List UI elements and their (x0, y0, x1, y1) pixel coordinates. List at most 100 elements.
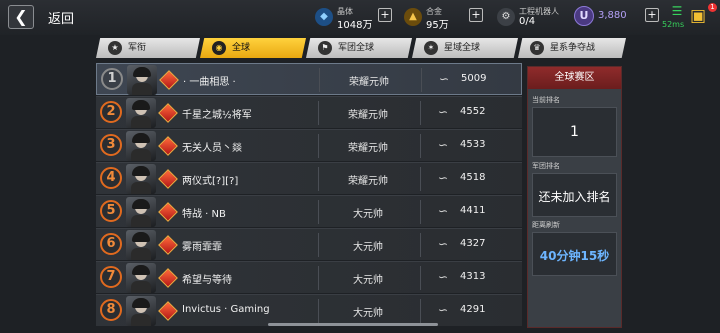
player-name: 两仪式[?][?] (182, 176, 239, 187)
robot-icon: ⚙ (497, 8, 515, 26)
player-name: Invictus · Gaming (182, 304, 270, 315)
player-score: 4518 (460, 172, 486, 183)
tab-global[interactable]: ◉ 全球 (200, 38, 306, 58)
player-score: 4291 (460, 304, 486, 315)
tab-global-label: 全球 (232, 43, 251, 53)
robot-value: 0/4 (519, 16, 536, 27)
ranking-row[interactable]: 2 千星之城½将军 荣耀元帅 ∽ 4552 (96, 96, 522, 128)
back-label[interactable]: 返回 (48, 8, 74, 27)
current-rank-box: 1 (532, 107, 617, 157)
premium-currency-icon: U (574, 6, 594, 26)
player-score: 4533 (460, 139, 486, 150)
avatar[interactable] (127, 65, 157, 95)
player-title: 荣耀元帅 (348, 176, 388, 187)
rank-badge: 4 (100, 167, 122, 189)
wifi-icon: ☰ (671, 4, 683, 18)
legion-rank-status: 还未加入排名 (538, 190, 611, 204)
rank-badge: 5 (100, 200, 122, 222)
chevron-left-icon[interactable]: ❮ (14, 7, 27, 26)
guild-emblem-icon (158, 169, 178, 189)
ranking-row[interactable]: 3 无关人员丶燚 荣耀元帅 ∽ 4533 (96, 129, 522, 161)
divider (420, 167, 421, 191)
player-title: 大元帅 (353, 242, 383, 253)
tab-star-domain-label: 星域全球 (444, 43, 481, 53)
zone-info-panel: 全球赛区 当前排名 1 军团排名 还未加入排名 距离刷新 40分钟15秒 (527, 66, 622, 328)
player-title: 荣耀元帅 (349, 77, 389, 88)
divider (420, 200, 421, 224)
add-premium-button[interactable]: + (645, 8, 659, 22)
avatar[interactable] (126, 197, 156, 227)
player-title: 荣耀元帅 (348, 143, 388, 154)
legion-rank-box: 还未加入排名 (532, 173, 617, 217)
panel-title: 全球赛区 (528, 67, 621, 89)
player-score: 4411 (460, 205, 486, 216)
back-button[interactable]: ❮ (8, 5, 34, 29)
cart-badge: 1 (708, 3, 717, 12)
wing-icon: ∽ (437, 171, 449, 185)
divider (420, 233, 421, 257)
alloy-icon: ▲ (404, 8, 422, 26)
wing-icon: ∽ (437, 204, 449, 218)
legion-rank-label: 军团排名 (532, 162, 560, 170)
ranking-row[interactable]: 1 · 一曲相思 · 荣耀元帅 ∽ 5009 (96, 63, 522, 95)
avatar[interactable] (126, 98, 156, 128)
divider (420, 134, 421, 158)
wing-icon: ∽ (437, 105, 449, 119)
wing-icon: ∽ (437, 237, 449, 251)
player-name: 千星之城½将军 (182, 110, 252, 121)
tab-legion-global[interactable]: ⚑ 军团全球 (306, 38, 412, 58)
guild-emblem-icon (158, 301, 178, 321)
player-name: 雾雨霏霏 (182, 242, 222, 253)
player-title: 大元帅 (353, 275, 383, 286)
ranking-row[interactable]: 4 两仪式[?][?] 荣耀元帅 ∽ 4518 (96, 162, 522, 194)
player-name: · 一曲相思 · (183, 77, 236, 88)
premium-currency-value: 3,880 (598, 10, 627, 21)
avatar[interactable] (126, 263, 156, 293)
guild-emblem-icon (158, 202, 178, 222)
divider (421, 68, 422, 92)
guild-emblem-icon (159, 70, 179, 90)
player-name: 特战 · NB (182, 209, 226, 220)
current-rank-label: 当前排名 (532, 96, 560, 104)
crystal-value: 1048万 (337, 20, 373, 31)
tab-star-domain[interactable]: ✶ 星域全球 (412, 38, 518, 58)
player-name: 希望与等待 (182, 275, 232, 286)
add-crystal-button[interactable]: + (378, 8, 392, 22)
player-score: 5009 (461, 73, 487, 84)
wing-icon: ∽ (437, 303, 449, 317)
ranking-row[interactable]: 7 希望与等待 大元帅 ∽ 4313 (96, 261, 522, 293)
tab-galaxy-battle[interactable]: ♛ 星系争夺战 (518, 38, 626, 58)
ping-value: 52ms (662, 20, 685, 29)
player-title: 大元帅 (353, 308, 383, 319)
ranking-row[interactable]: 8 Invictus · Gaming 大元帅 ∽ 4291 (96, 294, 522, 326)
rank-icon: ★ (108, 41, 122, 55)
rank-badge: 8 (100, 299, 122, 321)
trophy-icon: ♛ (530, 41, 544, 55)
wing-icon: ∽ (437, 270, 449, 284)
star-domain-icon: ✶ (424, 41, 438, 55)
ranking-tabs: ★ 军衔 ◉ 全球 ⚑ 军团全球 ✶ 星域全球 ♛ 星系争夺战 (96, 38, 626, 59)
ranking-list[interactable]: 1 · 一曲相思 · 荣耀元帅 ∽ 5009 2 千星之城½将军 荣耀元帅 ∽ … (96, 63, 522, 333)
ranking-row[interactable]: 6 雾雨霏霏 大元帅 ∽ 4327 (96, 228, 522, 260)
tab-rank[interactable]: ★ 军衔 (96, 38, 200, 58)
player-score: 4552 (460, 106, 486, 117)
avatar[interactable] (126, 131, 156, 161)
rank-badge: 2 (100, 101, 122, 123)
horizontal-scrollbar[interactable] (268, 323, 438, 326)
tab-legion-global-label: 军团全球 (338, 43, 375, 53)
current-rank-value: 1 (570, 124, 579, 140)
refresh-timer: 40分钟15秒 (539, 249, 610, 263)
add-alloy-button[interactable]: + (469, 8, 483, 22)
ranking-row[interactable]: 5 特战 · NB 大元帅 ∽ 4411 (96, 195, 522, 227)
rank-badge: 6 (100, 233, 122, 255)
avatar[interactable] (126, 230, 156, 260)
crystal-icon: ◆ (315, 8, 333, 26)
player-title: 荣耀元帅 (348, 110, 388, 121)
top-bar: ❮ 返回 ◆ 晶体 1048万 + ▲ 合金 95万 + ⚙ 工程机器人 0/4… (0, 0, 720, 35)
refresh-label: 距离刷新 (532, 221, 560, 229)
avatar[interactable] (126, 296, 156, 326)
divider (420, 266, 421, 290)
divider (420, 299, 421, 323)
guild-emblem-icon (158, 268, 178, 288)
avatar[interactable] (126, 164, 156, 194)
